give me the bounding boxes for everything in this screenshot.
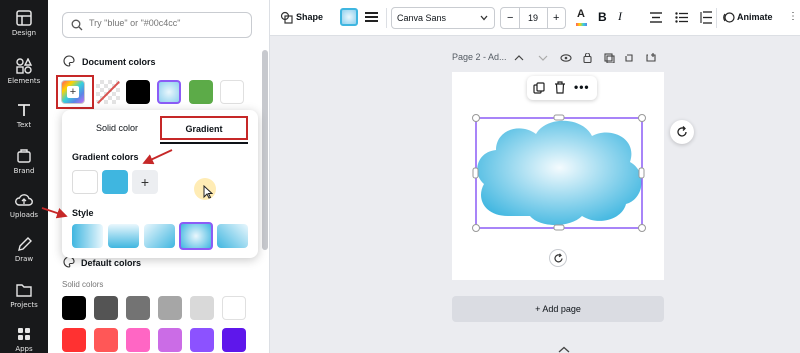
italic-button[interactable]: I — [618, 9, 622, 24]
regenerate-button[interactable] — [670, 120, 694, 144]
animate-icon — [723, 12, 735, 23]
font-size-stepper[interactable]: − 19 + — [500, 7, 566, 29]
border-style-icon[interactable] — [365, 11, 378, 23]
spacing-icon[interactable] — [700, 11, 712, 24]
shape-button[interactable]: Shape — [296, 12, 323, 22]
cloud-shape[interactable] — [470, 112, 650, 234]
element-float-toolbar: ••• — [527, 76, 597, 100]
page-controls — [514, 53, 656, 63]
align-center-icon[interactable] — [650, 12, 662, 23]
shape-icon — [280, 11, 293, 24]
toolbar-divider — [716, 8, 717, 28]
toolbar-divider — [386, 8, 387, 28]
page-title[interactable]: Page 2 - Ad... — [452, 52, 507, 62]
duplicate-icon[interactable] — [533, 82, 545, 94]
editor-toolbar: Shape Canva Sans − 19 + A B I Animate ⋮ — [270, 0, 800, 36]
animate-button[interactable]: Animate — [737, 12, 773, 22]
more-options-icon[interactable]: ⋮ — [788, 11, 798, 22]
add-page-button[interactable]: + Add page — [452, 296, 664, 322]
font-family-select[interactable]: Canva Sans — [391, 7, 495, 29]
trash-icon[interactable] — [554, 81, 566, 94]
rotate-handle[interactable] — [549, 249, 567, 267]
rotate-icon — [554, 253, 563, 263]
list-icon[interactable] — [675, 12, 688, 23]
more-icon[interactable]: ••• — [574, 80, 590, 94]
fill-color-button[interactable] — [340, 8, 358, 26]
font-size-increase[interactable]: + — [553, 12, 559, 24]
bold-button[interactable]: B — [598, 10, 607, 24]
text-color-button[interactable]: A — [576, 8, 586, 22]
font-family-value: Canva Sans — [397, 13, 447, 23]
refresh-icon — [677, 126, 687, 137]
font-size-decrease[interactable]: − — [507, 12, 513, 24]
font-size-value[interactable]: 19 — [528, 13, 538, 23]
chevron-up-icon[interactable] — [558, 346, 570, 353]
text-color-bar — [576, 23, 587, 26]
chevron-down-icon — [480, 15, 488, 21]
